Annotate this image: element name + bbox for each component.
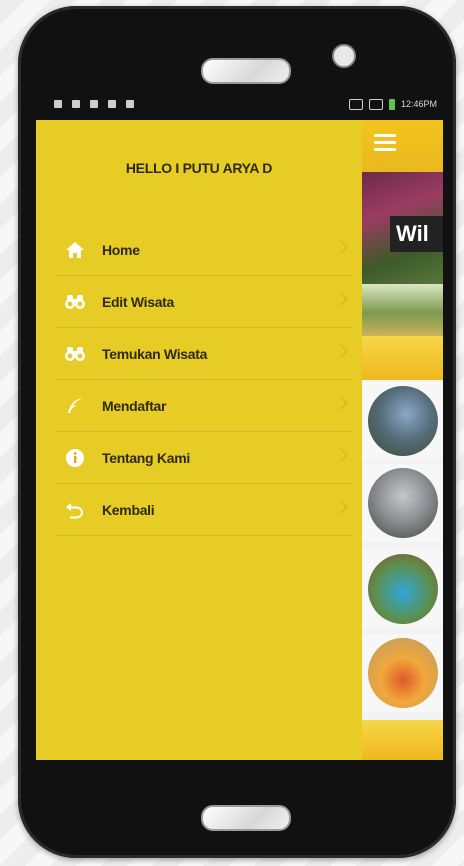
notification-icon: [72, 100, 80, 108]
menu-item-home[interactable]: Home: [56, 224, 352, 276]
destination-thumbnail: [368, 554, 438, 624]
menu-item-kembali[interactable]: Kembali: [56, 484, 352, 536]
list-item[interactable]: [362, 550, 443, 628]
home-button[interactable]: [201, 805, 291, 831]
hamburger-menu-icon[interactable]: [374, 134, 396, 155]
banner-image[interactable]: [362, 284, 443, 336]
status-time: 12:46PM: [400, 99, 437, 109]
chevron-right-icon: [333, 447, 349, 463]
menu-item-label: Home: [102, 241, 140, 258]
featured-banner[interactable]: Wil: [362, 172, 443, 284]
binoculars-icon: [64, 343, 86, 365]
menu-item-temukan-wisata[interactable]: Temukan Wisata: [56, 328, 352, 380]
home-icon: [64, 239, 86, 261]
destination-thumbnail: [368, 386, 438, 456]
chevron-right-icon: [333, 395, 349, 411]
drawer-greeting: HELLO I PUTU ARYA D: [125, 160, 273, 176]
menu-item-tentang-kami[interactable]: Tentang Kami: [56, 432, 352, 484]
earpiece-speaker: [201, 58, 291, 84]
menu-item-label: Kembali: [102, 501, 155, 518]
notification-icon: [108, 100, 116, 108]
app-screen: Wil HELLO I PUTU ARYA D Home Edit Wisata…: [36, 120, 443, 760]
signal-icon: [368, 98, 383, 110]
notification-icon: [54, 100, 62, 108]
notification-icon: [90, 100, 98, 108]
list-item[interactable]: [362, 382, 443, 460]
chevron-right-icon: [333, 239, 349, 255]
back-arrow-icon: [64, 499, 86, 521]
menu-item-edit-wisata[interactable]: Edit Wisata: [56, 276, 352, 328]
chevron-right-icon: [333, 343, 349, 359]
drawer-menu: Home Edit Wisata Temukan Wisata Mendafta…: [56, 224, 352, 536]
battery-icon: [388, 98, 395, 110]
menu-item-label: Temukan Wisata: [102, 345, 208, 362]
app-toolbar: [362, 120, 443, 172]
menu-item-label: Mendaftar: [102, 397, 167, 414]
notification-icon: [126, 100, 134, 108]
section-divider: [362, 336, 443, 380]
info-icon: [64, 447, 86, 469]
bottom-bar: [362, 720, 443, 760]
menu-item-label: Tentang Kami: [102, 449, 190, 466]
notification-icons: [54, 100, 134, 108]
navigation-drawer: HELLO I PUTU ARYA D Home Edit Wisata Tem…: [36, 120, 362, 760]
system-icons: 12:46PM: [348, 98, 437, 110]
binoculars-icon: [64, 291, 86, 313]
menu-item-mendaftar[interactable]: Mendaftar: [56, 380, 352, 432]
main-content: Wil: [362, 120, 443, 760]
list-item[interactable]: [362, 464, 443, 542]
destination-thumbnail: [368, 638, 438, 708]
feather-icon: [64, 395, 86, 417]
destination-thumbnail: [368, 468, 438, 538]
chevron-right-icon: [333, 499, 349, 515]
list-item[interactable]: [362, 634, 443, 712]
status-bar: 12:46PM: [36, 92, 443, 116]
banner-title: Wil: [390, 216, 443, 252]
vibrate-icon: [348, 98, 363, 110]
chevron-right-icon: [333, 291, 349, 307]
camera-lens: [332, 44, 356, 68]
menu-item-label: Edit Wisata: [102, 293, 175, 310]
